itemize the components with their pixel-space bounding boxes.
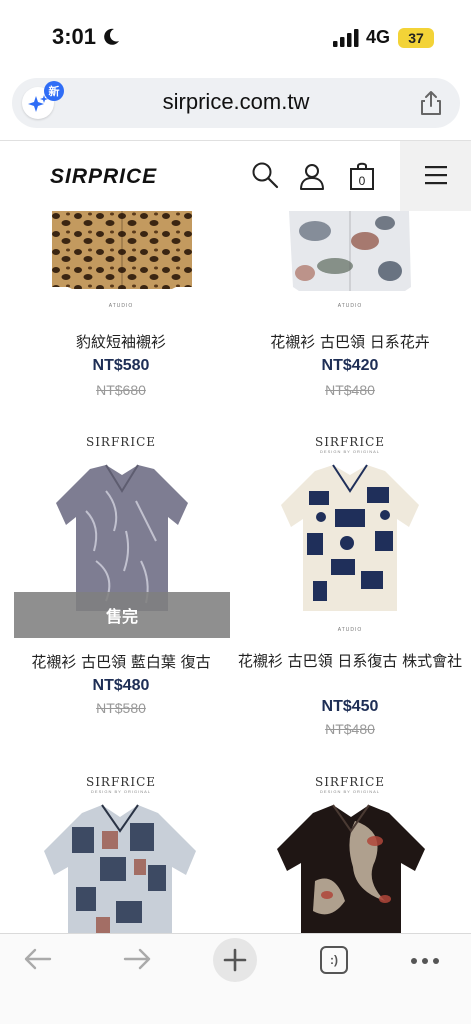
- moon-icon: [104, 28, 119, 45]
- studio-mark: ATUDIO: [108, 303, 134, 309]
- back-arrow-icon[interactable]: [22, 946, 54, 972]
- product-grid: ATUDIO 豹紋短袖襯衫 NT$580 NT$680 ATUDIO 花襯衫 古…: [0, 211, 471, 933]
- product-price: NT$580: [92, 357, 150, 374]
- plus-icon: [223, 948, 247, 972]
- forward-arrow-icon[interactable]: [121, 946, 153, 972]
- product-image[interactable]: ATUDIO: [6, 211, 236, 321]
- menu-icon: [425, 166, 447, 185]
- product-original-price: NT$680: [96, 382, 146, 398]
- battery-level: 37: [408, 30, 424, 46]
- battery-indicator: 37: [398, 28, 434, 48]
- product-price: NT$480: [92, 677, 150, 694]
- menu-button[interactable]: [400, 141, 471, 211]
- tabs-icon[interactable]: :): [320, 946, 348, 974]
- cart-icon[interactable]: 0: [349, 161, 375, 191]
- network-label: 4G: [366, 27, 391, 47]
- product-price: NT$420: [321, 357, 379, 374]
- address-bar[interactable]: 新 sirprice.com.tw: [12, 78, 460, 128]
- product-name[interactable]: 豹紋短袖襯衫: [6, 332, 236, 353]
- url-text[interactable]: sirprice.com.tw: [12, 89, 460, 115]
- site-header: SIRPRICE 0: [0, 141, 471, 211]
- share-icon[interactable]: [419, 90, 443, 116]
- studio-mark: ATUDIO: [337, 627, 363, 633]
- account-icon[interactable]: [298, 162, 326, 190]
- site-logo[interactable]: SIRPRICE: [50, 165, 157, 189]
- product-name[interactable]: 花襯衫 古巴領 日系復古 株式會社: [235, 651, 465, 672]
- product-name[interactable]: 花襯衫 古巴領 藍白葉 復古: [6, 652, 236, 673]
- product-image[interactable]: SIRFRICE DESIGN BY ORIGINAL ATUDIO: [235, 431, 465, 641]
- status-time: 3:01: [52, 24, 97, 49]
- product-original-price: NT$480: [325, 721, 375, 737]
- signal-icon: [333, 29, 359, 47]
- product-image[interactable]: ATUDIO: [235, 211, 465, 321]
- new-tab-button[interactable]: [213, 938, 257, 982]
- more-icon[interactable]: [410, 957, 440, 965]
- product-image[interactable]: SIRFRICE DESIGN BY ORIGINAL: [6, 771, 236, 933]
- browser-toolbar: :): [0, 933, 471, 1024]
- product-price: NT$450: [321, 698, 379, 715]
- search-icon[interactable]: [251, 161, 279, 189]
- product-original-price: NT$580: [96, 700, 146, 716]
- sold-out-overlay: 售完: [14, 592, 230, 638]
- svg-text:0: 0: [359, 174, 366, 188]
- product-image[interactable]: SIRFRICE DESIGN BY ORIGINAL: [235, 771, 465, 933]
- status-bar: 3:01 4G 37: [0, 0, 471, 72]
- tabs-glyph: :): [330, 953, 338, 967]
- product-original-price: NT$480: [325, 382, 375, 398]
- studio-mark: ATUDIO: [337, 303, 363, 309]
- product-name[interactable]: 花襯衫 古巴領 日系花卉: [235, 332, 465, 353]
